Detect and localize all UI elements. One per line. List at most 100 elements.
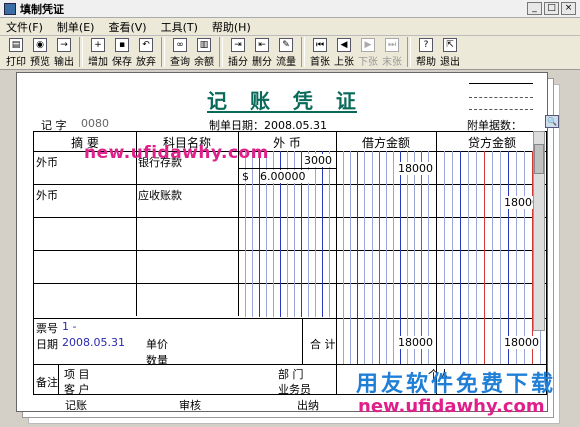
- binoculars-icon: ∞: [173, 38, 187, 52]
- row1-fx-rate[interactable]: 6.00000: [260, 170, 310, 183]
- row1-debit[interactable]: 18000: [398, 162, 433, 175]
- column-rule: [350, 151, 352, 364]
- add-button[interactable]: + 增加: [86, 36, 110, 68]
- toolbar-label: 帮助: [416, 57, 436, 68]
- save-button[interactable]: ▪ 保存: [110, 36, 134, 68]
- note-divider: [58, 364, 59, 394]
- menu-file[interactable]: 文件(F): [0, 19, 51, 35]
- voucher-document: 记 账 凭 证 记 字 0080 制单日期：2008.05.31 附单据数： 🔍…: [16, 72, 559, 412]
- save-icon: ▪: [115, 38, 129, 52]
- menu-voucher[interactable]: 制单(E): [51, 19, 103, 35]
- add-icon: +: [91, 38, 105, 52]
- binoculars-button[interactable]: ∞ 查询: [168, 36, 192, 68]
- help-icon: ?: [419, 38, 433, 52]
- debit-column-rules: [336, 151, 436, 364]
- row1-fx-amount[interactable]: 3000: [304, 154, 332, 167]
- customer-label: 客 户: [64, 383, 90, 396]
- menu-view[interactable]: 查看(V): [102, 19, 154, 35]
- column-rule: [508, 151, 509, 364]
- date-value[interactable]: 2008.05.31: [62, 336, 125, 349]
- preview-button[interactable]: ◉ 预览: [28, 36, 52, 68]
- next-record-icon: ▶: [361, 38, 375, 52]
- maximize-button[interactable]: □: [544, 2, 559, 15]
- total-divider: [302, 318, 303, 364]
- toolbar-label: 退出: [440, 57, 460, 68]
- column-rule: [484, 151, 485, 364]
- credit-column-rules: [436, 151, 548, 364]
- toolbar-label: 增加: [88, 57, 108, 68]
- column-rule: [468, 151, 469, 364]
- first-record-button[interactable]: ⏮ 首张: [308, 36, 332, 68]
- ticket-value[interactable]: 1 -: [62, 320, 76, 333]
- export-button[interactable]: → 输出: [52, 36, 76, 68]
- toolbar-label: 余额: [194, 57, 214, 68]
- next-record-button[interactable]: ▶ 下张: [356, 36, 380, 68]
- column-rule: [315, 151, 316, 317]
- column-rule: [357, 151, 359, 364]
- delete-row-icon: ⇤: [255, 38, 269, 52]
- menu-bar: 文件(F) 制单(E) 查看(V) 工具(T) 帮助(H): [0, 18, 580, 36]
- column-rule: [492, 151, 493, 364]
- exit-button[interactable]: ⇱ 退出: [438, 36, 462, 68]
- undo-icon: ↶: [139, 38, 153, 52]
- toolbar-label: 打印: [6, 57, 26, 68]
- column-rule: [399, 151, 401, 364]
- column-rule: [329, 151, 330, 317]
- header-debit: 借方金额: [361, 136, 410, 150]
- preview-icon: ◉: [33, 38, 47, 52]
- undo-button[interactable]: ↶ 放弃: [134, 36, 158, 68]
- voucher-number[interactable]: 0080: [81, 117, 109, 130]
- row1-fx-symbol: $: [242, 170, 249, 183]
- menu-tools[interactable]: 工具(T): [155, 19, 206, 35]
- minimize-button[interactable]: _: [527, 2, 542, 15]
- voucher-grid: 摘 要 科目名称 外 币 借方金额 贷方金额 外币 银行存款 3000 $ 6.…: [33, 131, 548, 396]
- column-rule: [364, 151, 366, 364]
- total-credit: 18000: [504, 336, 539, 349]
- watermark-url-top: new.ufidawhy.com: [84, 143, 269, 163]
- toolbar-label: 查询: [170, 57, 190, 68]
- row2-account[interactable]: 应收账款: [138, 187, 182, 203]
- printer-button[interactable]: ▤ 打印: [4, 36, 28, 68]
- header-line: [469, 83, 533, 84]
- close-button[interactable]: ×: [561, 2, 576, 15]
- column-rule: [385, 151, 387, 364]
- title-underline: [207, 111, 357, 113]
- column-rule: [322, 151, 323, 317]
- staff-label: 业务员: [278, 383, 311, 396]
- toolbar-label: 插分: [228, 57, 248, 68]
- row1-summary[interactable]: 外币: [36, 154, 58, 170]
- ticket-label: 票号: [36, 322, 58, 335]
- printer-icon: ▤: [9, 38, 23, 52]
- window-titlebar: 填制凭证 _ □ ×: [0, 0, 580, 18]
- search-icon[interactable]: 🔍: [545, 115, 559, 128]
- last-record-button[interactable]: ⏭ 末张: [380, 36, 404, 68]
- insert-row-button[interactable]: ⇥ 插分: [226, 36, 250, 68]
- vertical-scrollbar[interactable]: [533, 131, 545, 331]
- help-button[interactable]: ? 帮助: [414, 36, 438, 68]
- column-rule: [500, 151, 501, 364]
- date-label: 日期: [36, 338, 58, 351]
- toolbar-separator: [79, 37, 83, 67]
- column-rule: [516, 151, 517, 364]
- row-divider: [34, 364, 546, 365]
- column-rule: [524, 151, 525, 364]
- price-label: 单价: [146, 338, 168, 351]
- row2-summary[interactable]: 外币: [36, 187, 58, 203]
- watermark-banner: 用友软件免费下载: [356, 372, 557, 397]
- toolbar-label: 删分: [252, 57, 272, 68]
- window-controls: _ □ ×: [527, 2, 576, 15]
- scrollbar-thumb[interactable]: [534, 144, 544, 174]
- delete-row-button[interactable]: ⇤ 删分: [250, 36, 274, 68]
- cashflow-icon: ✎: [279, 38, 293, 52]
- menu-help[interactable]: 帮助(H): [206, 19, 259, 35]
- balance-chart-button[interactable]: ▥ 余额: [192, 36, 216, 68]
- toolbar: ▤ 打印 ◉ 预览 → 输出 + 增加 ▪ 保存 ↶ 放弃 ∞ 查询 ▥ 余额 ⇥ 插分 ⇤ 删分 ✎ 流量 ⏮ 首张 ◀ 上张 ▶…: [0, 36, 580, 70]
- previous-record-button[interactable]: ◀ 上张: [332, 36, 356, 68]
- qty-label: 数量: [146, 354, 168, 367]
- previous-record-icon: ◀: [337, 38, 351, 52]
- column-rule: [444, 151, 445, 364]
- toolbar-label: 保存: [112, 57, 132, 68]
- cashflow-button[interactable]: ✎ 流量: [274, 36, 298, 68]
- column-rule: [428, 151, 430, 364]
- first-record-icon: ⏮: [313, 38, 327, 52]
